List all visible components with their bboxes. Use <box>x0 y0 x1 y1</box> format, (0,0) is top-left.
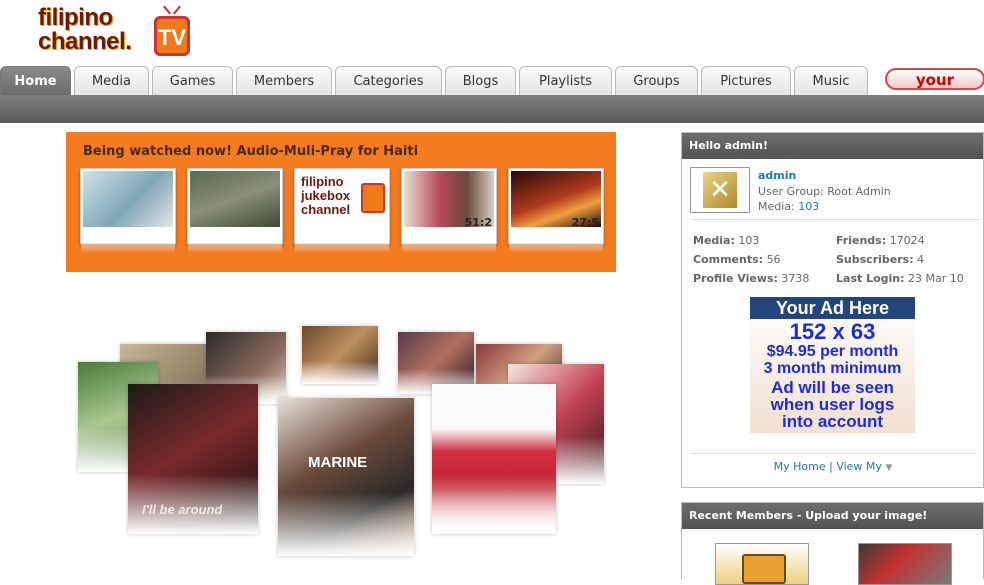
media-count-link[interactable]: 103 <box>798 200 819 213</box>
user-group-value: Root Admin <box>827 185 891 198</box>
stat-media: Media: 103 <box>693 234 760 247</box>
ad-heading: Your Ad Here <box>750 297 915 319</box>
main-nav: Home Media Games Members Categories Blog… <box>0 66 984 96</box>
nav-subbar <box>0 95 984 123</box>
poster-image <box>302 326 378 384</box>
user-panel-title: Hello admin! <box>682 133 983 159</box>
stat-subscribers: Subscribers: 4 <box>836 253 925 266</box>
chevron-down-icon[interactable]: ▼ <box>885 463 892 473</box>
recent-members-panel: Recent Members - Upload your image! <box>681 502 984 585</box>
ad-minimum: 3 month minimum <box>763 360 902 377</box>
my-home-link[interactable]: My Home <box>774 460 826 473</box>
thumb-image: filipino jukebox channel <box>297 171 387 227</box>
user-media-line: Media: 103 <box>758 200 819 213</box>
view-my-link[interactable]: View My <box>836 460 882 473</box>
video-thumb[interactable] <box>187 168 283 253</box>
poster-image: I'll be around <box>128 384 258 534</box>
recent-members-title: Recent Members - Upload your image! <box>682 503 983 529</box>
media-label: Media: <box>758 200 795 213</box>
thumb-image <box>190 171 280 227</box>
username-link[interactable]: admin <box>758 169 796 182</box>
thumb-image <box>83 171 173 227</box>
tab-playlists[interactable]: Playlists <box>519 66 612 95</box>
video-thumb[interactable]: 51:2 <box>401 168 497 253</box>
tab-pictures[interactable]: Pictures <box>701 66 791 95</box>
your-button[interactable]: your <box>885 68 984 90</box>
tv-icon <box>361 183 385 213</box>
tab-members[interactable]: Members <box>236 66 332 95</box>
jukebox-logo: filipino jukebox channel <box>301 174 351 217</box>
being-watched-box: Being watched now! Audio-Muli-Pray for H… <box>66 132 616 272</box>
user-panel: Hello admin! admin User Group: Root Admi… <box>681 132 984 488</box>
tab-categories[interactable]: Categories <box>335 66 442 95</box>
stat-profile-views: Profile Views: 3738 <box>693 272 810 285</box>
logo-text: filipino channel. <box>38 4 132 55</box>
poster-image <box>432 384 556 534</box>
tv-icon <box>742 554 786 584</box>
ad-price: $94.95 per month <box>766 343 899 360</box>
poster-title: MARINE <box>308 454 368 471</box>
ad-line-3: into account <box>781 412 884 431</box>
tab-music[interactable]: Music <box>794 66 868 95</box>
avatar[interactable] <box>690 167 750 213</box>
thumb-duration: 51:2 <box>464 216 492 229</box>
video-thumb[interactable]: filipino jukebox channel <box>294 168 390 253</box>
stat-friends: Friends: 17024 <box>836 234 925 247</box>
logo-line-1: filipino <box>38 4 113 31</box>
tab-groups[interactable]: Groups <box>615 66 698 95</box>
user-group-line: User Group: Root Admin <box>758 185 891 198</box>
ad-banner[interactable]: Your Ad Here 152 x 63 $94.95 per month 3… <box>750 297 915 433</box>
video-thumb[interactable] <box>80 168 176 253</box>
site-logo[interactable]: filipino channel. TV <box>36 4 194 62</box>
tab-media[interactable]: Media <box>74 66 149 95</box>
stat-comments: Comments: 56 <box>693 253 781 266</box>
featured-collage[interactable]: I'll be around MARINE <box>78 320 608 560</box>
logo-line-2: channel. <box>38 28 132 55</box>
thumb-duration: 27:5 <box>571 216 599 229</box>
video-thumb[interactable]: 27:5 <box>508 168 604 253</box>
stat-last-login: Last Login: 23 Mar 10 <box>836 272 964 285</box>
ad-size: 152 x 63 <box>789 319 876 344</box>
link-separator: | <box>829 460 833 473</box>
being-watched-title[interactable]: Being watched now! Audio-Muli-Pray for H… <box>83 144 418 159</box>
tab-home[interactable]: Home <box>0 66 71 95</box>
tab-games[interactable]: Games <box>152 66 233 95</box>
tab-blogs[interactable]: Blogs <box>445 66 516 95</box>
user-group-label: User Group: <box>758 185 824 198</box>
user-panel-links: My Home | View My ▼ <box>690 453 976 473</box>
poster-caption: I'll be around <box>142 502 223 517</box>
tv-icon: TV <box>154 16 190 56</box>
user-stats: Media: 103 Friends: 17024 Comments: 56 S… <box>693 219 979 285</box>
poster-image: MARINE <box>278 398 414 556</box>
